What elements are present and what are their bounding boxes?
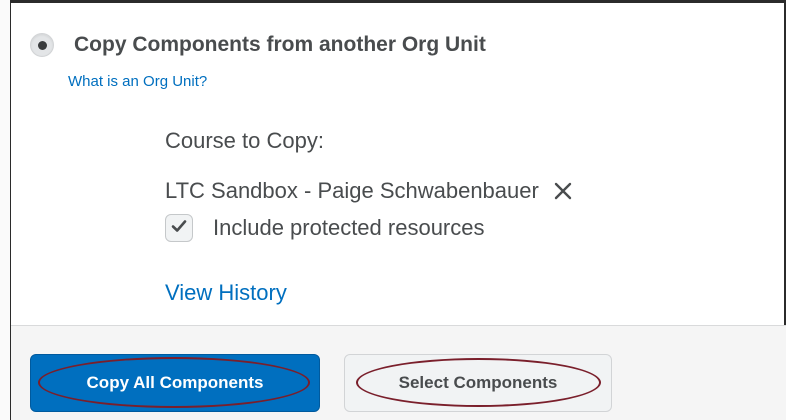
include-protected-row[interactable]: Include protected resources (165, 214, 485, 242)
copy-all-components-button[interactable]: Copy All Components (30, 354, 320, 412)
selected-course-name: LTC Sandbox - Paige Schwabenbauer (165, 178, 539, 203)
radio-dot (37, 40, 47, 50)
radio-button-selected[interactable] (30, 33, 54, 57)
dialog-frame: Copy Components from another Org Unit Wh… (0, 0, 786, 420)
select-components-button[interactable]: Select Components (344, 354, 612, 412)
course-to-copy-label: Course to Copy: (165, 128, 324, 153)
view-history-link[interactable]: View History (165, 280, 287, 306)
left-margin (0, 0, 10, 420)
selected-course-row: LTC Sandbox - Paige Schwabenbauer (165, 178, 575, 204)
close-icon[interactable] (551, 179, 575, 203)
org-unit-help-link[interactable]: What is an Org Unit? (68, 73, 207, 90)
top-border (10, 0, 786, 3)
copy-from-org-unit-option[interactable]: Copy Components from another Org Unit (30, 33, 486, 57)
include-protected-checkbox[interactable] (165, 214, 193, 242)
include-protected-label: Include protected resources (213, 215, 485, 240)
copy-option-label: Copy Components from another Org Unit (74, 33, 486, 56)
checkmark-icon (170, 217, 188, 240)
